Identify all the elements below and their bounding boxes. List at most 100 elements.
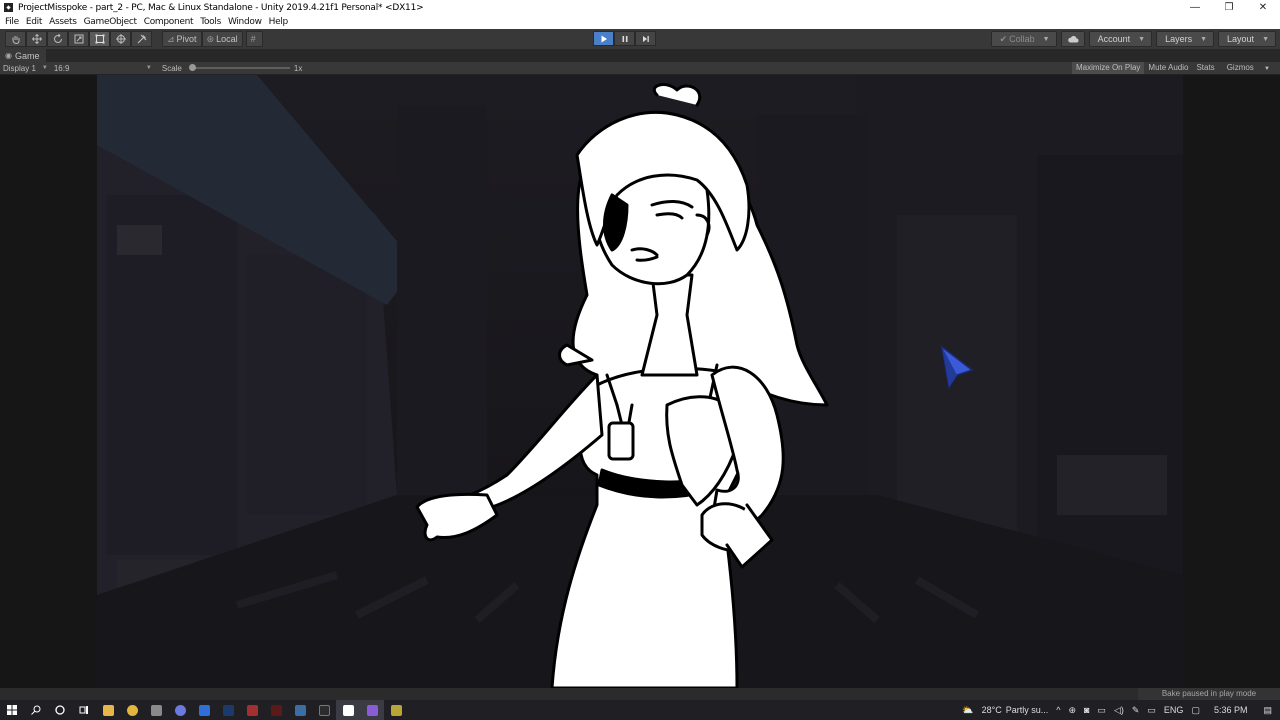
- grid-snap-button[interactable]: #: [245, 31, 263, 47]
- layout-dropdown[interactable]: Layout ▼: [1218, 31, 1276, 47]
- status-bar: Bake paused in play mode: [0, 688, 1280, 700]
- scale-tool-icon[interactable]: [68, 31, 89, 47]
- tray-app-icon[interactable]: ◙: [1084, 705, 1089, 715]
- pivot-label: Pivot: [176, 34, 197, 44]
- pause-icon: [622, 35, 627, 42]
- tab-game-label: Game: [14, 50, 40, 61]
- chevron-down-icon: ▼: [1138, 35, 1146, 43]
- battery-icon[interactable]: ▭: [1147, 705, 1156, 716]
- window-controls: — ❐ ✕: [1178, 0, 1280, 15]
- rotate-tool-icon[interactable]: [47, 31, 68, 47]
- local-icon: ⊛: [206, 33, 215, 44]
- app-icon-red[interactable]: [240, 700, 264, 720]
- local-toggle[interactable]: ⊛ Local: [201, 31, 243, 47]
- play-controls: [593, 31, 656, 46]
- game-viewport[interactable]: [0, 75, 1280, 688]
- scale-value: 1x: [293, 63, 303, 73]
- mute-audio-toggle[interactable]: Mute Audio: [1144, 62, 1192, 74]
- custom-tool-icon[interactable]: [131, 31, 152, 47]
- menu-gameobject[interactable]: GameObject: [84, 17, 137, 27]
- pen-icon[interactable]: ✎: [1132, 705, 1140, 716]
- windows-logo-icon: [7, 705, 17, 715]
- pivot-toggle[interactable]: ⊿ Pivot: [162, 31, 202, 47]
- menu-window[interactable]: Window: [228, 17, 262, 27]
- maximize-button[interactable]: ❐: [1212, 0, 1246, 15]
- chevron-down-icon: ▼: [1042, 35, 1050, 43]
- window-title: ProjectMisspoke - part_2 - PC, Mac & Lin…: [18, 2, 424, 13]
- transform-tool-icon[interactable]: [110, 31, 131, 47]
- chevron-up-icon[interactable]: ^: [1056, 705, 1060, 715]
- menu-tools[interactable]: Tools: [200, 17, 221, 27]
- network-icon[interactable]: ▭: [1097, 705, 1106, 716]
- gizmos-dropdown[interactable]: Gizmos ▼: [1219, 62, 1278, 74]
- main-toolbar: ⊿ Pivot ⊛ Local # ✔ Collab ▼ Account ▼ L…: [0, 29, 1280, 49]
- task-view-icon[interactable]: [72, 700, 96, 720]
- unity-hub-icon[interactable]: [312, 700, 336, 720]
- unity-editor-icon[interactable]: [336, 700, 360, 720]
- pivot-icon: ⊿: [167, 33, 175, 44]
- file-explorer-icon[interactable]: [96, 700, 120, 720]
- menu-bar: File Edit Assets GameObject Component To…: [0, 15, 1280, 29]
- step-button[interactable]: [635, 31, 656, 46]
- display-dropdown[interactable]: Display 1 ▼: [0, 64, 51, 73]
- photoshop-icon[interactable]: [216, 700, 240, 720]
- step-icon: [642, 35, 649, 42]
- display-icon[interactable]: ▢: [1191, 705, 1200, 716]
- app-icon-gray[interactable]: [144, 700, 168, 720]
- transform-tools: [5, 31, 152, 47]
- window-title-bar: ProjectMisspoke - part_2 - PC, Mac & Lin…: [0, 0, 1280, 15]
- hand-tool-icon[interactable]: [5, 31, 26, 47]
- weather-icon[interactable]: ⛅: [962, 705, 973, 716]
- steam-icon[interactable]: [288, 700, 312, 720]
- play-button[interactable]: [593, 31, 614, 46]
- volume-icon[interactable]: ◁): [1114, 705, 1124, 716]
- account-dropdown[interactable]: Account ▼: [1088, 31, 1153, 47]
- weather-text[interactable]: Partly su...: [1006, 705, 1049, 715]
- scene-artwork: [97, 75, 1183, 688]
- layers-label: Layers: [1165, 34, 1193, 44]
- layers-dropdown[interactable]: Layers ▼: [1156, 31, 1215, 47]
- game-controller-icon: ◉: [5, 51, 12, 60]
- menu-assets[interactable]: Assets: [49, 17, 77, 27]
- notification-icon[interactable]: ▤: [1263, 705, 1272, 716]
- stats-toggle[interactable]: Stats: [1192, 62, 1218, 74]
- scale-slider-handle[interactable]: [188, 64, 196, 71]
- app-icon-blue[interactable]: [192, 700, 216, 720]
- weather-temp[interactable]: 28°C: [982, 705, 1002, 715]
- move-tool-icon[interactable]: [26, 31, 47, 47]
- collab-label: Collab: [1009, 34, 1035, 44]
- start-button[interactable]: [0, 700, 24, 720]
- menu-edit[interactable]: Edit: [26, 17, 43, 27]
- system-tray: ⛅ 28°C Partly su... ^ ⊕ ◙ ▭ ◁) ✎ ▭ ENG ▢…: [958, 700, 1280, 720]
- cortana-icon[interactable]: [48, 700, 72, 720]
- cloud-button[interactable]: [1060, 31, 1085, 47]
- chrome-icon[interactable]: [120, 700, 144, 720]
- search-icon[interactable]: [24, 700, 48, 720]
- menu-help[interactable]: Help: [269, 17, 289, 27]
- collab-dropdown[interactable]: ✔ Collab ▼: [990, 31, 1057, 47]
- tab-game[interactable]: ◉ Game: [0, 49, 46, 62]
- discord-icon[interactable]: [168, 700, 192, 720]
- scale-slider[interactable]: [188, 64, 290, 71]
- display-label: Display 1: [3, 63, 36, 73]
- chevron-down-icon: ▼: [1200, 35, 1208, 43]
- street-buildings-right: [857, 75, 1183, 575]
- tray-app-icon[interactable]: ⊕: [1068, 705, 1076, 716]
- close-button[interactable]: ✕: [1246, 0, 1280, 15]
- visual-studio-icon[interactable]: [360, 700, 384, 720]
- animate-icon[interactable]: [264, 700, 288, 720]
- app-icon-yellow[interactable]: [384, 700, 408, 720]
- pause-button[interactable]: [614, 31, 635, 46]
- game-scene[interactable]: [97, 75, 1183, 688]
- minimize-button[interactable]: —: [1178, 0, 1212, 15]
- menu-file[interactable]: File: [5, 17, 19, 27]
- game-view-options: Maximize On Play Mute Audio Stats Gizmos…: [1071, 62, 1278, 74]
- windows-taskbar: ⛅ 28°C Partly su... ^ ⊕ ◙ ▭ ◁) ✎ ▭ ENG ▢…: [0, 700, 1280, 720]
- menu-component[interactable]: Component: [144, 17, 194, 27]
- clock[interactable]: 5:36 PM: [1214, 705, 1248, 715]
- language-indicator[interactable]: ENG: [1164, 705, 1184, 715]
- rect-tool-icon[interactable]: [89, 31, 110, 47]
- panel-tab-bar: ◉ Game: [0, 49, 1280, 62]
- aspect-dropdown[interactable]: 16:9 ▼: [51, 64, 155, 73]
- maximize-on-play-toggle[interactable]: Maximize On Play: [1071, 62, 1145, 74]
